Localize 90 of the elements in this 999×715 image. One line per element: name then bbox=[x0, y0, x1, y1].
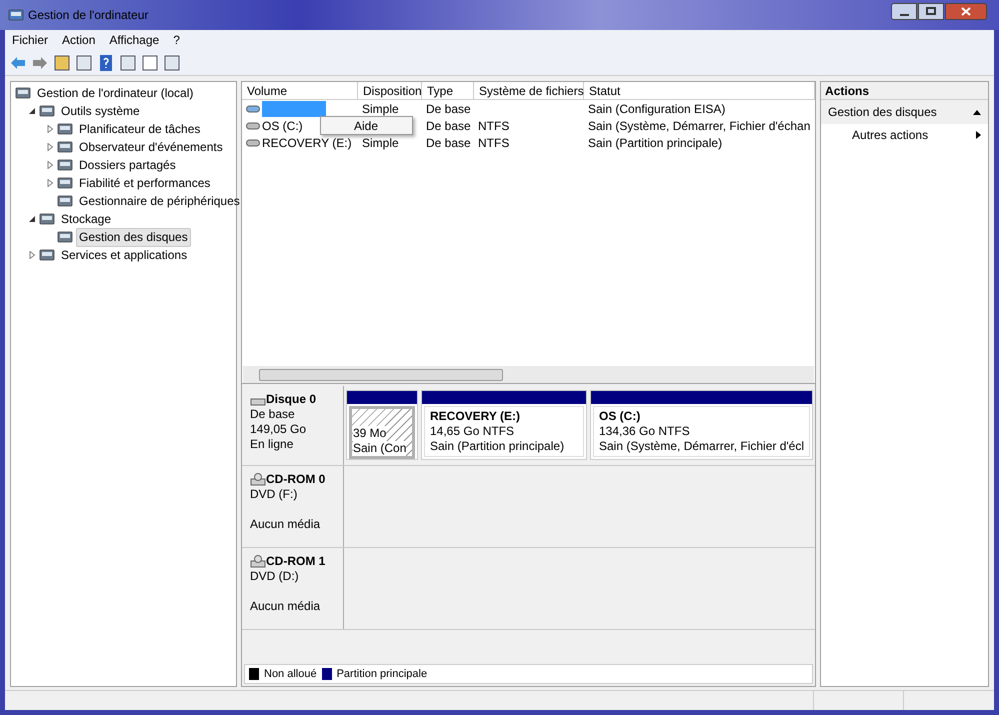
partition-status: Sain (Système, Démarrer, Fichier d'écl bbox=[599, 439, 804, 454]
menu-item[interactable]: Fichier bbox=[5, 31, 56, 49]
partition-status: Sain (Con bbox=[353, 441, 406, 456]
tree-item-icon bbox=[57, 121, 73, 137]
tree-item[interactable]: Gestionnaire de périphériques bbox=[76, 192, 243, 210]
menu-item[interactable]: Action bbox=[55, 31, 102, 49]
column-header[interactable]: Type bbox=[422, 82, 474, 99]
table-cell-text: Sain (Partition principale) bbox=[588, 134, 722, 152]
menu-item[interactable]: Affichage bbox=[102, 31, 166, 49]
table-cell-text: De base bbox=[426, 134, 471, 152]
table-cell-text: OS (C:) bbox=[262, 118, 303, 134]
table-cell-text: NTFS bbox=[478, 118, 510, 134]
tree-item[interactable]: Gestion des disques bbox=[76, 228, 191, 246]
column-header[interactable]: Statut bbox=[584, 82, 816, 99]
expanded-arrow-icon[interactable] bbox=[28, 107, 36, 115]
actions-header: Actions bbox=[821, 82, 988, 100]
collapsed-arrow-icon[interactable] bbox=[46, 143, 54, 151]
partition-size: 14,65 Go NTFS bbox=[430, 424, 514, 439]
disk-info: DVD (F:) bbox=[250, 487, 298, 502]
partition-title: RECOVERY (E:) bbox=[430, 409, 520, 424]
column-header[interactable]: Disposition bbox=[358, 82, 422, 99]
disk-info: Aucun média bbox=[250, 517, 322, 532]
tree-item[interactable]: Fiabilité et performances bbox=[76, 174, 214, 192]
tree-item-icon bbox=[57, 229, 73, 245]
collapsed-arrow-icon[interactable] bbox=[46, 161, 54, 169]
submenu-arrow-icon bbox=[976, 131, 981, 139]
partition-header-bar bbox=[347, 391, 417, 404]
selection-highlight[interactable] bbox=[262, 100, 326, 116]
table-cell-text: Sain (Configuration EISA) bbox=[588, 100, 726, 118]
collapsed-arrow-icon[interactable] bbox=[28, 251, 36, 259]
menu-item[interactable]: ? bbox=[166, 31, 187, 49]
disk-name: CD-ROM 0 bbox=[266, 472, 326, 487]
tree-item[interactable]: Outils système bbox=[58, 102, 143, 120]
tree-item-icon bbox=[15, 85, 31, 101]
close-button[interactable] bbox=[945, 2, 987, 20]
column-header[interactable]: Système de fichiers bbox=[474, 82, 584, 99]
disk-info: 149,05 Go bbox=[250, 422, 308, 437]
table-cell-text: RECOVERY (E:) bbox=[262, 134, 352, 152]
disk-info: De base bbox=[250, 407, 296, 422]
tree-item-icon bbox=[39, 211, 55, 227]
legend-label: Partition principale bbox=[336, 666, 428, 682]
column-header[interactable]: Volume bbox=[242, 82, 358, 99]
tree-item-icon bbox=[57, 193, 73, 209]
collapsed-arrow-icon[interactable] bbox=[46, 179, 54, 187]
cd-drive-icon bbox=[250, 554, 266, 568]
partition-block[interactable]: RECOVERY (E:) 14,65 Go NTFS Sain (Partition principale) bbox=[421, 390, 587, 460]
collapse-arrow-icon[interactable] bbox=[973, 109, 981, 115]
collapsed-arrow-icon[interactable] bbox=[46, 125, 54, 133]
tree-item-icon bbox=[57, 175, 73, 191]
help-icon[interactable] bbox=[97, 54, 115, 72]
partition-status: Sain (Partition principale) bbox=[430, 439, 564, 454]
legend-label: Non alloué bbox=[264, 666, 317, 682]
table-cell-text: Simple bbox=[362, 134, 399, 152]
action-item[interactable]: Autres actions bbox=[821, 124, 988, 146]
tree-item[interactable]: Gestion de l'ordinateur (local) bbox=[34, 84, 196, 102]
tree-item-icon bbox=[39, 103, 55, 119]
tree-item[interactable]: Services et applications bbox=[58, 246, 190, 264]
tree-item[interactable]: Stockage bbox=[58, 210, 114, 228]
disk-info: Aucun média bbox=[250, 599, 322, 614]
tree-item-icon bbox=[57, 139, 73, 155]
table-cell-text: De base bbox=[426, 100, 471, 118]
expanded-arrow-icon[interactable] bbox=[28, 215, 36, 223]
menu-item[interactable]: Aide bbox=[321, 116, 378, 134]
disk-info: DVD (D:) bbox=[250, 569, 300, 584]
table-cell-text: Sain (Système, Démarrer, Fichier d'échan bbox=[588, 118, 810, 134]
app-icon bbox=[8, 7, 24, 23]
disk-info: En ligne bbox=[250, 437, 294, 452]
table-cell-text: Simple bbox=[362, 100, 399, 118]
horizontal-scrollbar[interactable] bbox=[243, 366, 814, 383]
tree-item-icon bbox=[57, 157, 73, 173]
disk-name: CD-ROM 1 bbox=[266, 554, 326, 569]
partition-block[interactable]: 39 Mo Sain (Con bbox=[346, 390, 418, 460]
section-label: Gestion des disques bbox=[828, 104, 937, 121]
table-cell-text: NTFS bbox=[478, 134, 510, 152]
partition-size: 39 Mo bbox=[353, 426, 386, 441]
disk-name: Disque 0 bbox=[266, 392, 316, 407]
close-icon bbox=[961, 6, 971, 16]
partition-title: OS (C:) bbox=[599, 409, 640, 424]
maximize-button[interactable] bbox=[918, 2, 944, 20]
window-title: Gestion de l'ordinateur bbox=[28, 7, 148, 24]
partition-block[interactable]: OS (C:) 134,36 Go NTFS Sain (Système, Démarrer, Fichier d'écl bbox=[590, 390, 814, 460]
actions-section[interactable]: Gestion des disques bbox=[821, 100, 988, 124]
tree-item[interactable]: Planificateur de tâches bbox=[76, 120, 204, 138]
minimize-button[interactable] bbox=[891, 2, 917, 20]
cd-drive-icon bbox=[250, 472, 266, 486]
tree-item-icon bbox=[39, 247, 55, 263]
table-cell-text: De base bbox=[426, 118, 471, 134]
tree-item[interactable]: Observateur d'événements bbox=[76, 138, 226, 156]
partition-size: 134,36 Go NTFS bbox=[599, 424, 690, 439]
tree-item[interactable]: Dossiers partagés bbox=[76, 156, 179, 174]
